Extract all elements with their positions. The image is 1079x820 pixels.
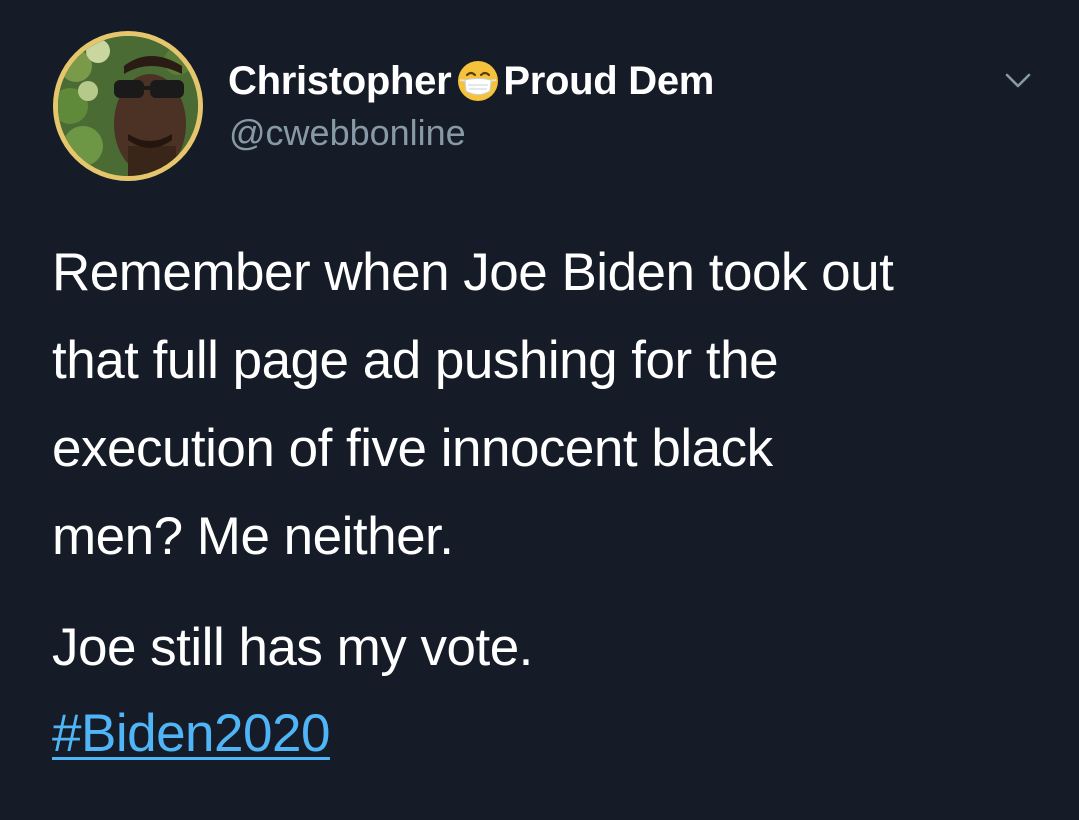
face-with-medical-mask-icon — [455, 58, 501, 104]
avatar-photo — [58, 36, 198, 176]
tweet-text-second-paragraph: Joe still has my vote. — [52, 618, 533, 677]
avatar[interactable] — [53, 31, 203, 181]
tweet-text-line: execution of five innocent black — [52, 419, 773, 478]
chevron-down-icon[interactable] — [1000, 62, 1036, 98]
tweet-text-line: Remember when Joe Biden took out — [52, 243, 894, 302]
author-name-row[interactable]: Christopher Proud Dem — [228, 56, 714, 106]
hashtag-link[interactable]: #Biden2020 — [52, 690, 330, 778]
author-handle[interactable]: @cwebbonline — [229, 112, 466, 154]
tweet-card: Christopher Proud Dem @cwebbonline Remem… — [0, 0, 1079, 820]
tweet-text: Remember when Joe Biden took out that fu… — [52, 229, 1042, 581]
tweet-text-line: men? Me neither. — [52, 507, 454, 566]
tweet-text-line: that full page ad pushing for the — [52, 331, 779, 390]
display-name-part2: Proud Dem — [503, 58, 715, 103]
display-name-part1: Christopher — [228, 58, 452, 103]
